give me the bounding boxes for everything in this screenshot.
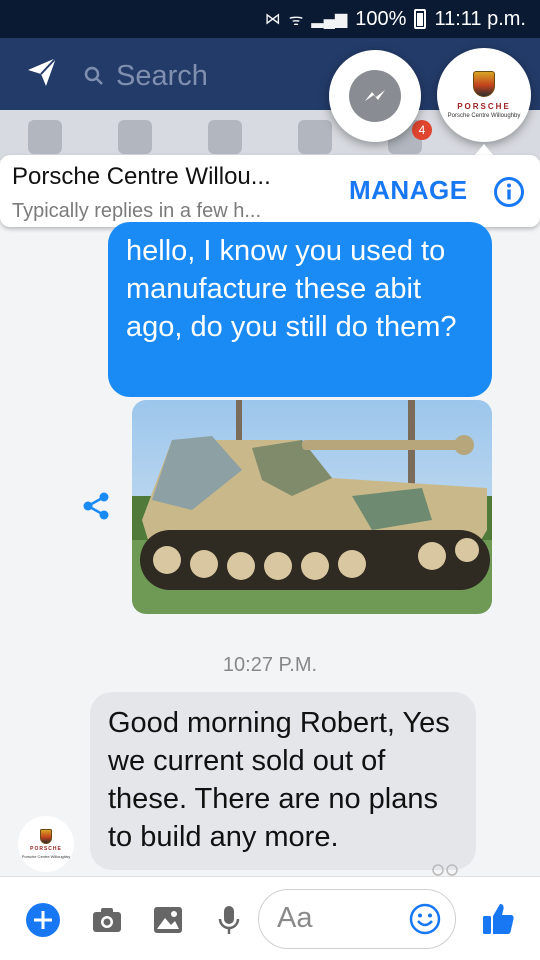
camera-icon[interactable]: [90, 903, 124, 937]
outgoing-message[interactable]: hello, I know you used to manufacture th…: [108, 222, 492, 397]
avatar-logo-sub: Porsche Centre Willoughby: [21, 854, 71, 859]
seen-indicator-icon: [432, 864, 458, 876]
emoji-icon[interactable]: [409, 903, 441, 935]
messenger-send-icon[interactable]: [26, 56, 58, 88]
search-bar[interactable]: Search: [84, 56, 324, 96]
nfc-icon: ⋈: [264, 11, 281, 28]
add-plus-icon[interactable]: [26, 903, 60, 937]
status-icons: ⋈ ᯤ ▂▄▆ 100% 11:11 p.m.: [265, 6, 526, 32]
messenger-chat-head[interactable]: [329, 50, 421, 142]
share-icon[interactable]: [80, 490, 112, 522]
message-timestamp: 10:27 P.M.: [222, 654, 318, 676]
microphone-icon[interactable]: [212, 903, 246, 937]
wifi-icon: ᯤ: [288, 12, 304, 29]
like-thumb-icon[interactable]: [480, 901, 516, 937]
conversation-name[interactable]: Porsche Centre Willou...: [12, 163, 271, 191]
conversation-subtitle: Typically replies in a few h...: [12, 200, 261, 222]
conversation-header: Porsche Centre Willou... Typically repli…: [0, 155, 540, 227]
signal-icon: ▂▄▆: [311, 11, 348, 28]
battery-icon: [414, 9, 427, 29]
message-input-placeholder: Aa: [277, 902, 313, 934]
search-icon: [84, 66, 103, 85]
tank-photo-attachment[interactable]: [132, 400, 492, 614]
porsche-chat-head[interactable]: PORSCHE Porsche Centre Willoughby: [437, 48, 531, 142]
search-placeholder: Search: [116, 59, 208, 92]
messenger-icon: [349, 70, 401, 122]
notification-badge: 4: [412, 120, 432, 140]
avatar-logo-word: PORSCHE: [30, 846, 62, 852]
incoming-message[interactable]: Good morning Robert, Yes we current sold…: [90, 692, 476, 870]
groups-tab-icon[interactable]: [118, 120, 152, 154]
porsche-logo-word: PORSCHE: [457, 102, 511, 111]
porsche-crest-logo: [473, 71, 495, 97]
marketplace-tab-icon[interactable]: [298, 120, 332, 154]
info-icon[interactable]: [493, 176, 525, 208]
status-time: 11:11 p.m.: [434, 7, 526, 30]
gallery-icon[interactable]: [151, 903, 185, 937]
friends-tab-icon[interactable]: [208, 120, 242, 154]
porsche-logo-sub: Porsche Centre Willoughby: [447, 113, 521, 119]
manage-button[interactable]: MANAGE: [349, 175, 468, 206]
status-bar: ⋈ ᯤ ▂▄▆ 100% 11:11 p.m.: [0, 0, 540, 38]
message-composer: Aa: [0, 876, 540, 960]
news-feed-tab-icon[interactable]: [28, 120, 62, 154]
porsche-crest-logo: [40, 829, 52, 844]
message-input[interactable]: Aa: [258, 889, 456, 949]
sender-avatar[interactable]: PORSCHE Porsche Centre Willoughby: [18, 816, 74, 872]
battery-percent: 100%: [355, 7, 407, 30]
